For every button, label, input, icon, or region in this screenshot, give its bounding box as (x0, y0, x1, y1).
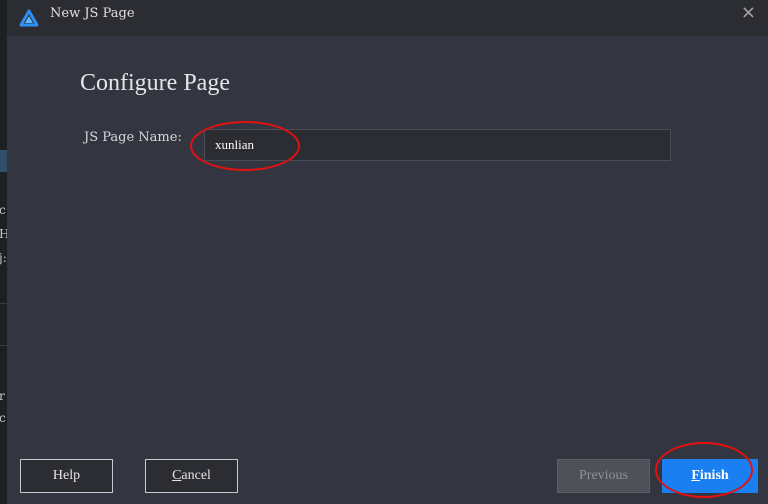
cancel-button[interactable]: Cancel (145, 459, 238, 493)
cancel-mnemonic: C (172, 468, 182, 483)
background-window-edge: c H j: r c (0, 0, 7, 504)
background-text-fragment: c (0, 203, 6, 217)
previous-button-label: Previous (579, 468, 628, 483)
finish-button-label: inish (699, 468, 729, 483)
background-text-fragment: H (0, 227, 7, 241)
background-divider (0, 303, 7, 304)
new-js-page-dialog: New JS Page × Configure Page JS Page Nam… (7, 0, 768, 504)
background-divider (0, 345, 7, 346)
finish-button[interactable]: Finish (662, 459, 758, 493)
help-button-label: Help (52, 468, 81, 483)
js-page-name-input[interactable] (204, 129, 671, 161)
cancel-button-label: ancel (181, 468, 211, 483)
dialog-titlebar[interactable]: New JS Page × (7, 0, 768, 36)
js-page-name-label: JS Page Name: (84, 130, 182, 145)
background-text-fragment: j: (0, 251, 7, 265)
finish-mnemonic: F (691, 468, 700, 483)
dialog-title: New JS Page (50, 6, 135, 21)
help-button[interactable]: Help (20, 459, 113, 493)
background-text-fragment: r (0, 389, 5, 403)
page-title: Configure Page (80, 70, 230, 96)
previous-button[interactable]: Previous (557, 459, 650, 493)
background-selected-row (0, 150, 7, 172)
background-text-fragment: c (0, 411, 6, 425)
triangle-logo-icon (19, 9, 39, 27)
close-icon[interactable]: × (741, 3, 756, 23)
